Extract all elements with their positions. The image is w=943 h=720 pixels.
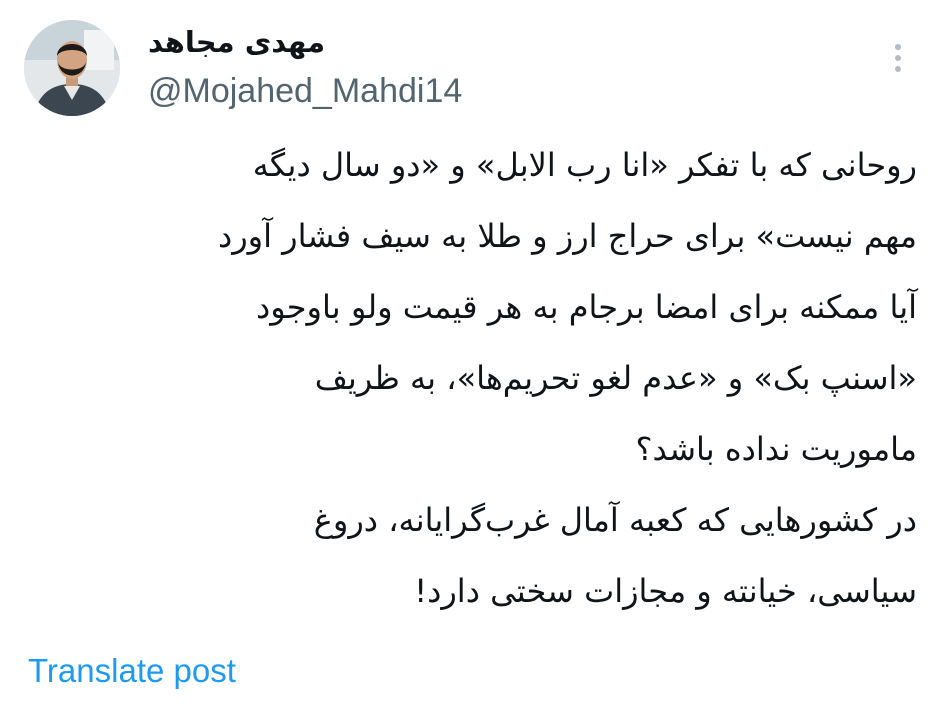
avatar[interactable]	[24, 20, 120, 116]
post-text-line: آیا ممکنه برای امضا برجام به هر قیمت ولو…	[255, 288, 917, 326]
post-text: روحانی که با تفکر «انا رب الابل» و «دو س…	[22, 130, 917, 627]
translate-post-link[interactable]: Translate post	[28, 648, 236, 694]
author-handle[interactable]: @Mojahed_Mahdi14	[148, 68, 462, 114]
more-vertical-icon[interactable]	[880, 40, 916, 76]
post-text-line: در کشورهایی که کعبه آمال غرب‌گرایانه، در…	[313, 501, 917, 539]
post-text-line: سیاسی، خیانته و مجازات سختی دارد!	[414, 572, 917, 610]
author-display-name[interactable]: مهدی مجاهد	[148, 20, 325, 64]
post-text-line: مهم نیست» برای حراج ارز و طلا به سیف فشا…	[217, 217, 917, 255]
avatar-image	[24, 20, 120, 116]
post-text-line: «اسنپ بک» و «عدم لغو تحریم‌ها»، به ظریف	[314, 359, 917, 397]
post-card: مهدی مجاهد @Mojahed_Mahdi14 روحانی که با…	[0, 0, 943, 720]
post-text-line: ماموریت نداده باشد؟	[635, 430, 917, 468]
post-text-line: روحانی که با تفکر «انا رب الابل» و «دو س…	[252, 146, 917, 184]
